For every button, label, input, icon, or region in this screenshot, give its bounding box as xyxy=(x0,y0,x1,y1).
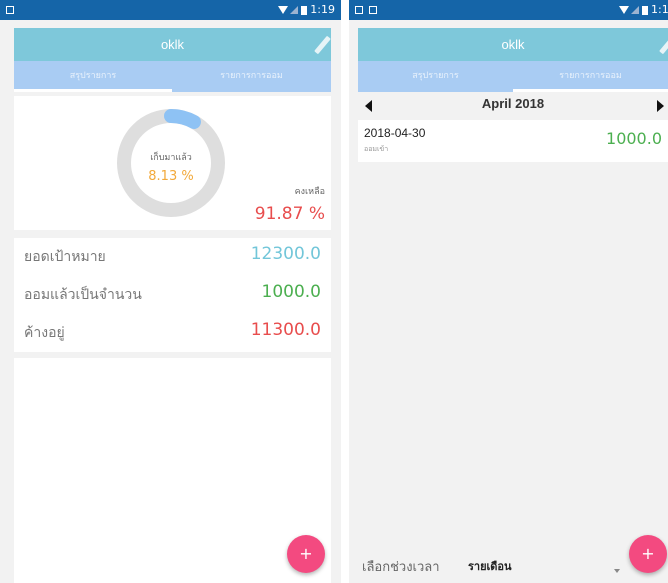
collected-label: เก็บมาแล้ว xyxy=(150,153,192,163)
add-button[interactable]: + xyxy=(629,535,667,573)
summary-screen: 1:19 oklk สรุปรายการ รายการการออม เก็บมา… xyxy=(0,0,341,583)
status-bar: 1:19 xyxy=(349,0,668,20)
savings-list-screen: 1:19 oklk สรุปรายการ รายการการออม April … xyxy=(349,0,668,583)
entry-date: 2018-04-30 xyxy=(364,126,426,140)
screenshot-icon xyxy=(355,6,363,14)
period-select[interactable]: รายเดือน xyxy=(468,557,512,575)
page-title: oklk xyxy=(160,37,185,52)
list-item[interactable]: 2018-04-30 ออมเข้า 1000.0 xyxy=(358,120,668,162)
next-month-arrow-icon[interactable] xyxy=(657,100,664,112)
outstanding-row: ค้างอยู่ 11300.0 xyxy=(14,314,331,352)
edit-pencil-icon[interactable] xyxy=(659,35,668,55)
progress-card: เก็บมาแล้ว 8.13 % คงเหลือ 91.87 % xyxy=(14,96,331,230)
totals-card: ยอดเป้าหมาย 12300.0 ออมแล้วเป็นจำนวน 100… xyxy=(14,238,331,352)
app-title-bar: oklk xyxy=(358,28,668,61)
signal-icon xyxy=(631,6,639,14)
saved-row: ออมแล้วเป็นจำนวน 1000.0 xyxy=(14,276,331,314)
target-value: 12300.0 xyxy=(250,244,321,264)
target-label: ยอดเป้าหมาย xyxy=(24,249,106,265)
notification-icon xyxy=(369,6,377,14)
tab-bar: สรุปรายการ รายการการออม xyxy=(358,61,668,92)
outstanding-value: 11300.0 xyxy=(250,320,321,340)
status-bar: 1:19 xyxy=(0,0,341,20)
month-navigator: April 2018 xyxy=(358,92,668,118)
clock: 1:19 xyxy=(310,3,335,16)
tab-summary[interactable]: สรุปรายการ xyxy=(358,61,513,92)
target-row: ยอดเป้าหมาย 12300.0 xyxy=(14,238,331,276)
dropdown-caret-icon[interactable] xyxy=(614,569,620,573)
outstanding-label: ค้างอยู่ xyxy=(24,325,65,341)
remaining-label: คงเหลือ xyxy=(294,187,325,197)
period-label: เลือกช่วงเวลา xyxy=(362,560,440,575)
tab-savings-list[interactable]: รายการการออม xyxy=(513,61,668,92)
empty-area xyxy=(14,358,331,583)
saved-value: 1000.0 xyxy=(261,282,321,302)
tab-bar: สรุปรายการ รายการการออม xyxy=(14,61,331,92)
saved-label: ออมแล้วเป็นจำนวน xyxy=(24,287,142,303)
battery-icon xyxy=(301,5,308,15)
signal-icon xyxy=(290,6,299,14)
notification-icon xyxy=(6,6,14,14)
donut-progress-arc xyxy=(164,109,201,129)
entry-amount: 1000.0 xyxy=(606,129,662,148)
month-title: April 2018 xyxy=(481,96,545,111)
collected-percent: 8.13 % xyxy=(148,169,194,184)
app-title-bar: oklk xyxy=(14,28,331,61)
tab-savings-list[interactable]: รายการการออม xyxy=(172,61,331,92)
entry-type: ออมเข้า xyxy=(364,145,389,153)
active-tab-indicator xyxy=(14,89,172,92)
add-button[interactable]: + xyxy=(287,535,325,573)
page-title: oklk xyxy=(501,37,525,52)
tab-summary[interactable]: สรุปรายการ xyxy=(14,61,172,92)
progress-donut: เก็บมาแล้ว 8.13 % xyxy=(114,106,228,220)
wifi-icon xyxy=(278,6,289,14)
wifi-icon xyxy=(619,6,629,14)
battery-icon xyxy=(642,5,648,15)
remaining-percent: 91.87 % xyxy=(254,204,325,224)
edit-pencil-icon[interactable] xyxy=(314,35,331,55)
clock: 1:19 xyxy=(651,3,668,16)
